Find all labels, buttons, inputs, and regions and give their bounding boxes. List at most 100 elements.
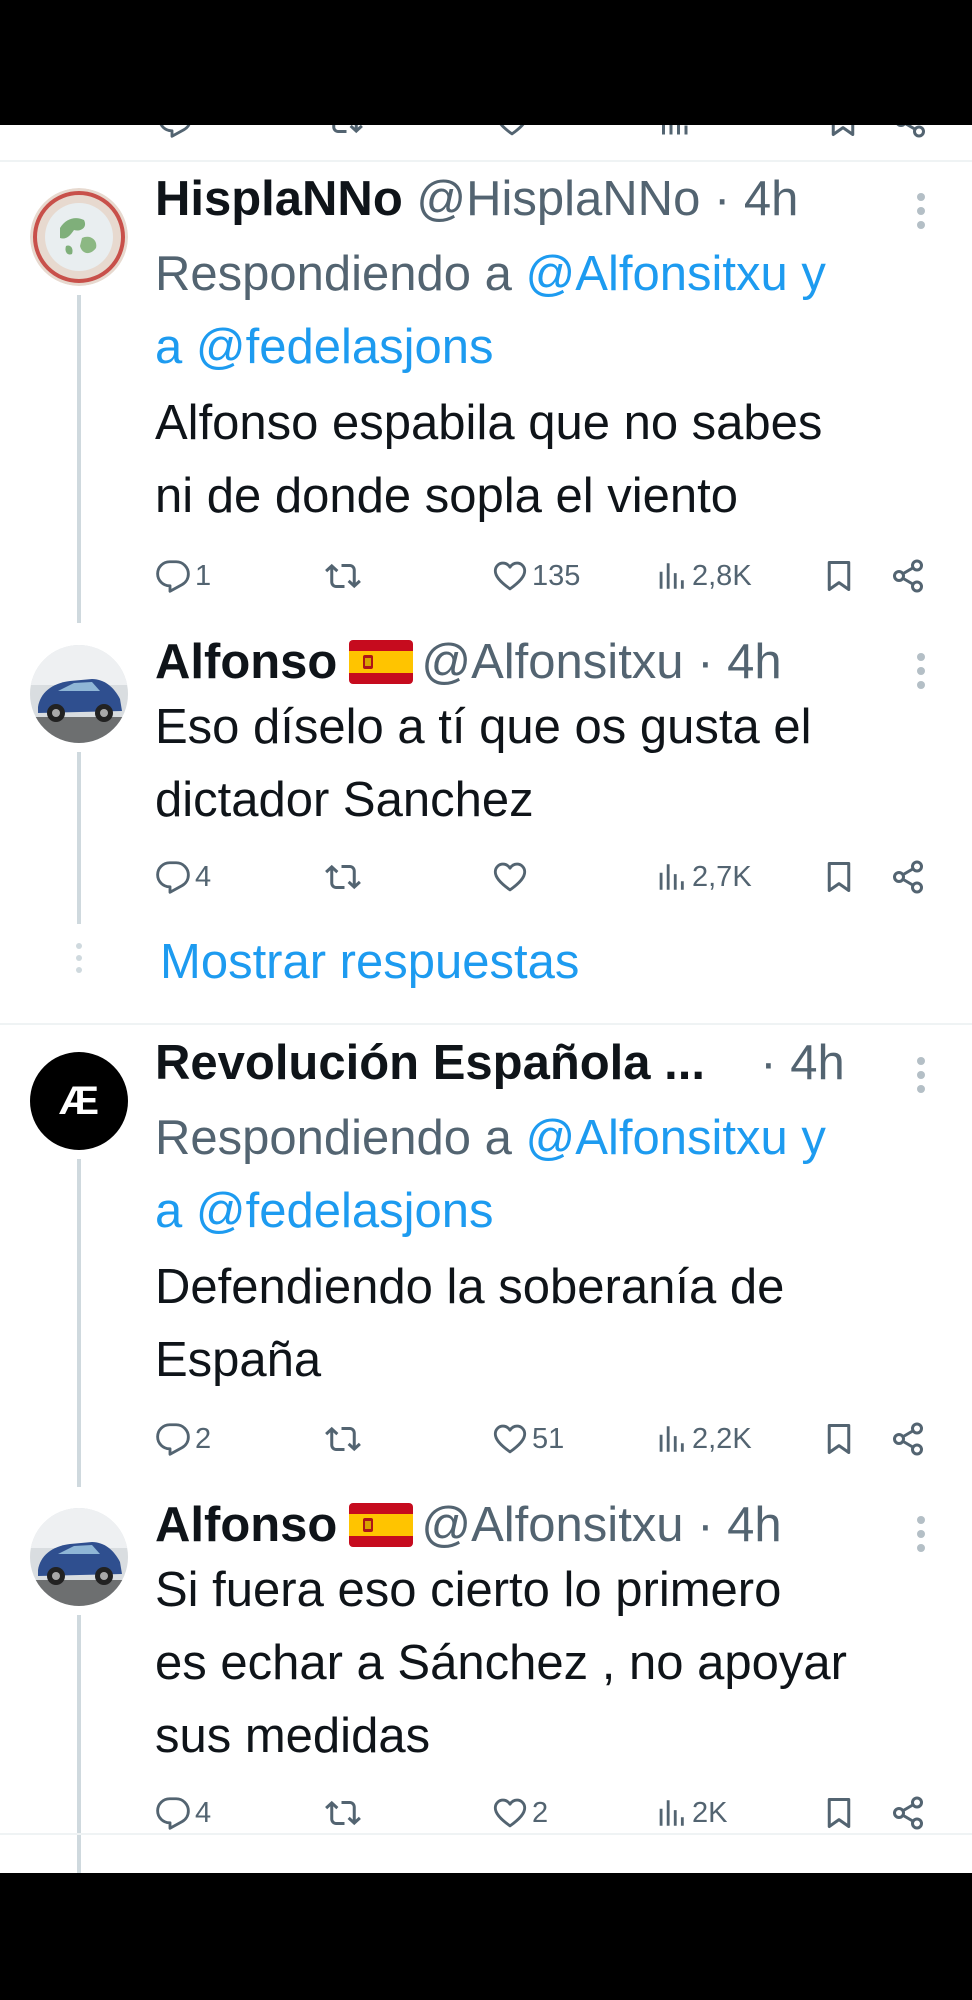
retweet-icon[interactable] bbox=[325, 125, 365, 139]
mention-link[interactable]: @Alfonsitxu bbox=[526, 247, 788, 301]
like-count: 2 bbox=[532, 1796, 549, 1829]
share-icon[interactable] bbox=[890, 125, 930, 139]
mention-link[interactable]: @fedelasjons bbox=[196, 1184, 494, 1238]
share-icon bbox=[890, 1421, 926, 1457]
share-button[interactable] bbox=[890, 1415, 926, 1463]
view-count: 2,2K bbox=[692, 1422, 752, 1455]
views-icon[interactable] bbox=[654, 125, 694, 139]
retweet-button[interactable] bbox=[323, 1415, 367, 1463]
like-button[interactable]: 2 bbox=[492, 1789, 548, 1837]
avatar[interactable] bbox=[30, 1508, 128, 1606]
display-name[interactable]: Alfonso bbox=[155, 1498, 337, 1552]
retweet-icon bbox=[323, 558, 363, 594]
like-button[interactable]: 135 bbox=[492, 552, 580, 600]
share-button[interactable] bbox=[890, 853, 926, 901]
views-button[interactable]: 2,8K bbox=[654, 552, 752, 600]
reply-icon bbox=[155, 859, 191, 895]
bookmark-button[interactable] bbox=[821, 1789, 857, 1837]
views-button[interactable]: 2K bbox=[654, 1789, 727, 1837]
replying-to: Respondiendo a @Alfonsitxu y a @fedelasj… bbox=[155, 238, 955, 384]
avatar[interactable] bbox=[30, 645, 128, 743]
handle[interactable]: @Alfonsitxu bbox=[421, 1498, 683, 1552]
bookmark-button[interactable] bbox=[821, 1415, 857, 1463]
like-button[interactable]: 51 bbox=[492, 1415, 564, 1463]
like-icon[interactable] bbox=[492, 125, 532, 139]
reply-icon[interactable] bbox=[155, 125, 195, 139]
phone-screen: HisplaNNo @HisplaNNo · 4h Respondiendo a… bbox=[0, 0, 972, 2000]
bookmark-icon[interactable] bbox=[823, 125, 863, 139]
timestamp[interactable]: 4h bbox=[744, 172, 799, 226]
retweet-icon bbox=[323, 1421, 363, 1457]
car-avatar-icon bbox=[30, 645, 128, 743]
avatar[interactable] bbox=[30, 188, 128, 286]
tweet-header: HisplaNNo @HisplaNNo · 4h bbox=[155, 167, 798, 231]
handle[interactable]: @HisplaNNo bbox=[416, 172, 700, 226]
reply-button[interactable]: 4 bbox=[155, 1789, 211, 1837]
share-button[interactable] bbox=[890, 1789, 926, 1837]
tweet-text-line: Eso díselo a tí que os gusta el bbox=[155, 700, 812, 754]
reply-icon bbox=[155, 1795, 191, 1831]
tweet-text: Si fuera eso cierto lo primero es echar … bbox=[155, 1554, 955, 1773]
reply-count: 4 bbox=[195, 1796, 212, 1829]
bookmark-icon bbox=[821, 1795, 857, 1831]
share-icon bbox=[890, 558, 926, 594]
divider bbox=[0, 1833, 972, 1835]
share-button[interactable] bbox=[890, 552, 926, 600]
views-icon bbox=[654, 860, 688, 894]
more-options-icon[interactable] bbox=[917, 193, 927, 235]
more-options-icon[interactable] bbox=[917, 1516, 927, 1558]
previous-tweet-actions bbox=[0, 125, 972, 143]
timestamp[interactable]: 4h bbox=[727, 635, 782, 689]
separator: · bbox=[697, 635, 714, 689]
display-name[interactable]: Alfonso bbox=[155, 635, 337, 689]
retweet-button[interactable] bbox=[323, 552, 367, 600]
bookmark-icon bbox=[821, 1421, 857, 1457]
view-count: 2,8K bbox=[692, 559, 752, 592]
like-icon bbox=[492, 859, 528, 895]
like-button[interactable] bbox=[492, 853, 532, 901]
bookmark-button[interactable] bbox=[821, 552, 857, 600]
more-options-icon[interactable] bbox=[917, 1057, 927, 1099]
show-replies-link[interactable]: Mostrar respuestas bbox=[160, 930, 579, 994]
share-icon bbox=[890, 1795, 926, 1831]
views-icon bbox=[654, 1422, 688, 1456]
avatar[interactable]: Æ bbox=[30, 1052, 128, 1150]
reply-button[interactable]: 4 bbox=[155, 853, 211, 901]
reply-button[interactable]: 1 bbox=[155, 552, 211, 600]
mention-link[interactable]: @fedelasjons bbox=[196, 320, 494, 374]
more-options-icon[interactable] bbox=[917, 653, 927, 695]
reply-icon bbox=[155, 1421, 191, 1457]
display-name[interactable]: Revolución Española ... bbox=[155, 1036, 705, 1090]
bookmark-button[interactable] bbox=[821, 853, 857, 901]
mention-link[interactable]: @Alfonsitxu bbox=[526, 1111, 788, 1165]
collapsed-thread-indicator bbox=[76, 943, 82, 979]
replying-label: Respondiendo a bbox=[155, 1111, 512, 1165]
divider bbox=[0, 1023, 972, 1025]
divider bbox=[0, 160, 972, 162]
reply-button[interactable]: 2 bbox=[155, 1415, 211, 1463]
views-icon bbox=[654, 1796, 688, 1830]
like-count: 51 bbox=[532, 1422, 565, 1455]
timestamp[interactable]: 4h bbox=[727, 1498, 782, 1552]
display-name[interactable]: HisplaNNo bbox=[155, 172, 403, 226]
separator: · bbox=[713, 172, 731, 226]
views-button[interactable]: 2,7K bbox=[654, 853, 752, 901]
reply-count: 2 bbox=[195, 1422, 212, 1455]
retweet-button[interactable] bbox=[323, 853, 367, 901]
twitter-thread[interactable]: HisplaNNo @HisplaNNo · 4h Respondiendo a… bbox=[0, 125, 972, 1873]
replying-and: y bbox=[801, 1111, 826, 1165]
handle[interactable]: @Alfonsitxu bbox=[421, 635, 683, 689]
like-icon bbox=[492, 1795, 528, 1831]
tweet-text-line: ni de donde sopla el viento bbox=[155, 469, 738, 523]
tweet-header: Alfonso @Alfonsitxu · 4h bbox=[155, 630, 782, 694]
tweet-text: Alfonso espabila que no sabes ni de dond… bbox=[155, 387, 955, 533]
tweet-text: Defendiendo la soberanía de España bbox=[155, 1251, 955, 1397]
replying-a: a bbox=[155, 320, 183, 374]
tweet-text-line: Si fuera eso cierto lo primero bbox=[155, 1563, 782, 1617]
timestamp[interactable]: 4h bbox=[790, 1036, 845, 1090]
views-button[interactable]: 2,2K bbox=[654, 1415, 752, 1463]
retweet-button[interactable] bbox=[323, 1789, 367, 1837]
views-icon bbox=[654, 559, 688, 593]
thread-line bbox=[77, 295, 81, 623]
tweet-header: Alfonso @Alfonsitxu · 4h bbox=[155, 1493, 782, 1557]
